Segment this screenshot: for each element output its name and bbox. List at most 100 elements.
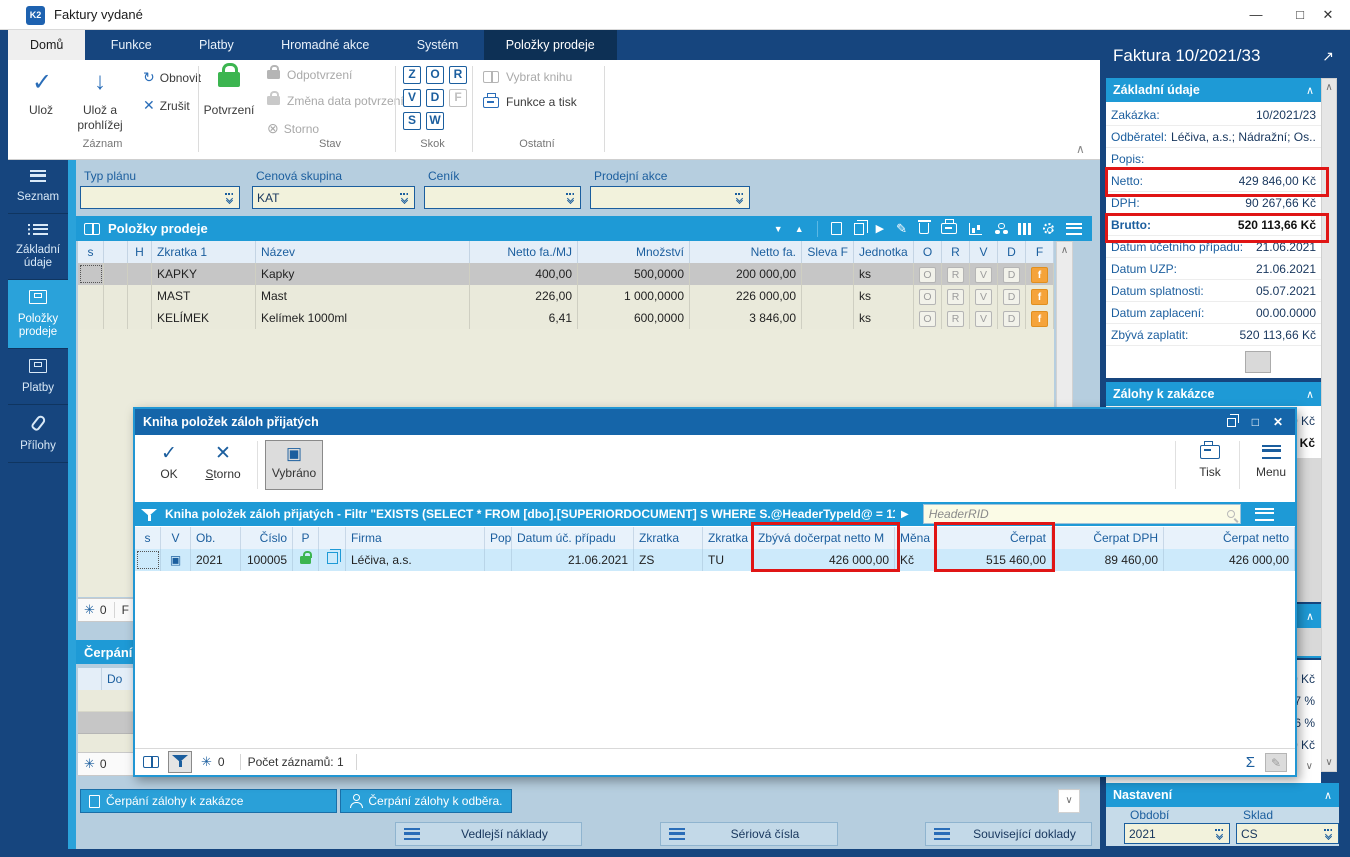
o-button[interactable]: O: [919, 311, 936, 327]
panel-scrollbar[interactable]: ∧ ∨: [1321, 78, 1337, 772]
checked-box-icon[interactable]: ▣: [170, 553, 181, 567]
filter-toggle[interactable]: [168, 751, 192, 773]
grid-row-kapky[interactable]: KAPKY Kapky 400,00 500,0000 200 000,00 k…: [78, 263, 1054, 285]
sidebar-item-polozky-prodeje[interactable]: Položky prodeje: [8, 280, 68, 349]
souvisejici-doklady-button[interactable]: Související doklady: [925, 822, 1092, 846]
save-and-view-button[interactable]: Ulož a prohlížej: [66, 103, 134, 133]
collapse-icon[interactable]: ∧: [1306, 84, 1314, 97]
grid-header[interactable]: s H Zkratka 1 Název Netto fa./MJ Množstv…: [78, 241, 1054, 263]
f-button[interactable]: f: [1031, 311, 1048, 327]
cenik-dropdown[interactable]: [424, 186, 581, 209]
section-nastaveni[interactable]: Nastavení ∧: [1106, 783, 1339, 807]
sidebar-item-platby[interactable]: Platby: [8, 349, 68, 405]
collapse-icon[interactable]: ∧: [1306, 388, 1314, 401]
dock-icon[interactable]: [1226, 413, 1239, 427]
r-button[interactable]: R: [947, 289, 964, 305]
vybrano-toggle[interactable]: ▣ Vybráno: [265, 440, 323, 490]
confirm-icon[interactable]: [218, 63, 240, 90]
vedlejsi-naklady-button[interactable]: Vedlejší náklady: [395, 822, 582, 846]
save-icon[interactable]: ✓: [22, 68, 62, 97]
jump-w-button[interactable]: W: [426, 112, 444, 130]
collapse-ic[interactable]: ∧: [1324, 789, 1332, 802]
v-button[interactable]: V: [975, 311, 992, 327]
dialog-maximize-icon[interactable]: □: [1252, 415, 1259, 429]
sort-desc-icon[interactable]: ▼: [774, 224, 783, 234]
sort-asc-icon[interactable]: ▲: [795, 224, 804, 234]
save-and-view-icon[interactable]: ↓: [80, 68, 120, 96]
sidebar-item-zakladni-udaje[interactable]: Základní údaje: [8, 214, 68, 280]
jump-s-button[interactable]: S: [403, 112, 421, 130]
jump-r-button[interactable]: R: [449, 66, 467, 84]
section-zalohy-k-zakazce[interactable]: Zálohy k zakázce ∧: [1106, 382, 1321, 406]
cancel-button[interactable]: ✕ Zrušit: [143, 97, 190, 114]
functions-print-button[interactable]: Funkce a tisk: [483, 93, 577, 109]
cenova-skupina-dropdown[interactable]: KAT: [252, 186, 415, 209]
d-button[interactable]: D: [1003, 311, 1020, 327]
r-button[interactable]: R: [947, 267, 964, 283]
d-button[interactable]: D: [1003, 267, 1020, 283]
confirm-button[interactable]: Potvrzení: [198, 103, 260, 117]
refresh-button[interactable]: ↻ Obnovit: [143, 69, 201, 86]
headerrid-searchbox[interactable]: [922, 504, 1241, 524]
scroll-down-icon[interactable]: ∨: [1306, 756, 1313, 778]
tab-system[interactable]: Systém: [395, 30, 481, 60]
dialog-menu-button[interactable]: Menu: [1247, 442, 1295, 479]
jump-o-button[interactable]: O: [426, 66, 444, 84]
sidebar-item-prilohy[interactable]: Přílohy: [8, 405, 68, 463]
columns-icon[interactable]: [1018, 222, 1031, 235]
new-item-icon[interactable]: [830, 222, 842, 235]
jump-z-button[interactable]: Z: [403, 66, 421, 84]
save-button[interactable]: Ulož: [10, 103, 72, 117]
settings-icon[interactable]: [1043, 223, 1054, 234]
cerpani-zalohy-zakazka-button[interactable]: Čerpání zálohy k zakázce: [80, 789, 337, 813]
tab-funkce[interactable]: Funkce: [89, 30, 174, 60]
cerpani-zalohy-odberatel-button[interactable]: Čerpání zálohy k odběra...: [340, 789, 512, 813]
sidebar-item-seznam[interactable]: Seznam: [8, 160, 68, 214]
print-icon[interactable]: [941, 219, 957, 234]
edit-icon[interactable]: ✎: [896, 221, 907, 237]
grid-row-kelimek[interactable]: KELÍMEK Kelímek 1000ml 6,41 600,0000 3 8…: [78, 307, 1054, 329]
tab-domu[interactable]: Domů: [8, 30, 86, 60]
related-records-icon[interactable]: [994, 222, 1006, 235]
f-button[interactable]: f: [1031, 267, 1048, 283]
run-icon[interactable]: ▶: [876, 222, 884, 235]
sklad-dropdown[interactable]: CS: [1236, 823, 1339, 844]
delete-icon[interactable]: [918, 220, 931, 234]
obdobi-dropdown[interactable]: 2021: [1124, 823, 1230, 844]
d-button[interactable]: D: [1003, 289, 1020, 305]
v-button[interactable]: V: [975, 267, 992, 283]
v-button[interactable]: V: [975, 289, 992, 305]
copy-icon[interactable]: [853, 219, 869, 235]
o-button[interactable]: O: [919, 289, 936, 305]
cerpani-row[interactable]: [78, 712, 133, 734]
collapse-icon[interactable]: ∧: [1306, 610, 1314, 623]
typ-planu-dropdown[interactable]: [80, 186, 240, 209]
scroll-down-button[interactable]: ∨: [1058, 789, 1080, 813]
jump-d-button[interactable]: D: [426, 89, 444, 107]
r-button[interactable]: R: [947, 311, 964, 327]
menu-icon[interactable]: [1066, 222, 1082, 235]
chart-icon[interactable]: [969, 222, 982, 235]
cerpani-row[interactable]: [78, 690, 133, 712]
play-icon[interactable]: ▶: [901, 509, 909, 520]
tab-platby[interactable]: Platby: [177, 30, 256, 60]
minimize-button[interactable]: —: [1234, 0, 1278, 29]
sum-icon[interactable]: Σ: [1246, 754, 1255, 771]
dialog-grid-row[interactable]: ▣ 2021 100005 Léčiva, a.s. 21.06.2021 ZS…: [135, 549, 1295, 571]
f-button[interactable]: f: [1031, 289, 1048, 305]
ribbon-collapse-icon[interactable]: ∧: [1076, 142, 1085, 156]
dialog-grid-header[interactable]: s V Ob. Číslo P Firma Popi Datum úč. pří…: [135, 527, 1295, 549]
tab-polozky-prodeje[interactable]: Položky prodeje: [483, 30, 617, 60]
storno-button[interactable]: ✕ Storno: [197, 442, 249, 481]
ok-button[interactable]: ✓ OK: [147, 442, 191, 481]
headerrid-input[interactable]: [928, 507, 1223, 521]
o-button[interactable]: O: [919, 267, 936, 283]
tisk-button[interactable]: Tisk: [1187, 441, 1233, 479]
close-button[interactable]: ✕: [1306, 0, 1350, 29]
tab-hromadne-akce[interactable]: Hromadné akce: [259, 30, 391, 60]
filter-menu-icon[interactable]: [1254, 507, 1274, 521]
seriova-cisla-button[interactable]: Sériová čísla: [660, 822, 838, 846]
jump-v-button[interactable]: V: [403, 89, 421, 107]
book-icon[interactable]: [143, 756, 159, 768]
grid-row-mast[interactable]: MAST Mast 226,00 1 000,0000 226 000,00 k…: [78, 285, 1054, 307]
